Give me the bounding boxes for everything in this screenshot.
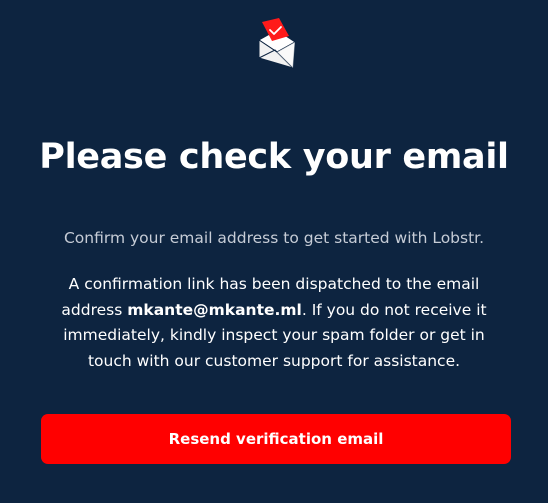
confirmation-message: A confirmation link has been dispatched … <box>40 272 508 374</box>
page-title: Please check your email <box>39 137 509 177</box>
email-address: mkante@mkante.ml <box>127 300 302 319</box>
page-subtitle: Confirm your email address to get starte… <box>63 229 485 247</box>
resend-verification-email-button[interactable]: Resend verification email <box>41 414 511 464</box>
envelope-check-icon <box>255 16 297 72</box>
verify-email-page: Please check your email Confirm your ema… <box>0 0 548 503</box>
